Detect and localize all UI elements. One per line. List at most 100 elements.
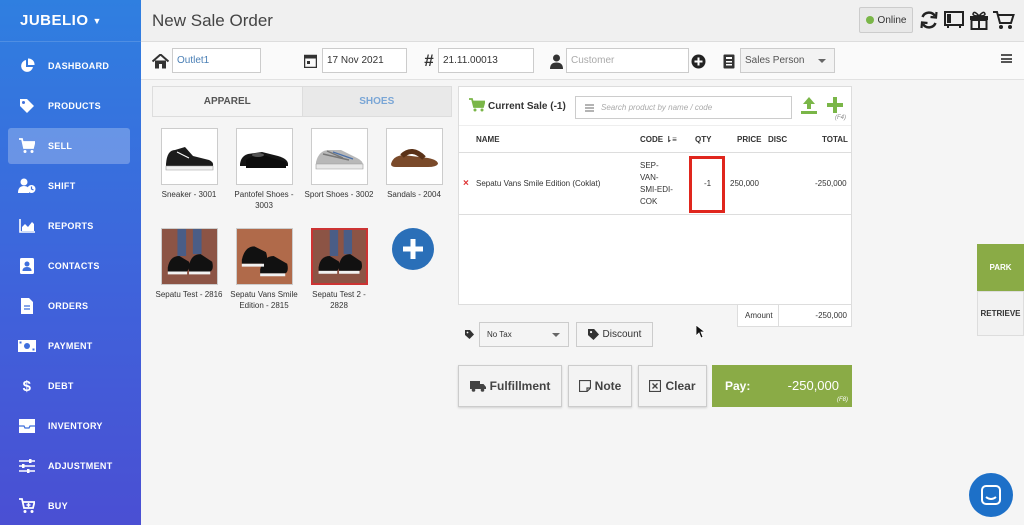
sidebar-item-orders[interactable]: ORDERS xyxy=(8,288,130,324)
top-bar: New Sale Order Online xyxy=(141,0,1024,42)
main-content: New Sale Order Online Outlet1 17 Nov 202… xyxy=(141,0,1024,525)
product-card[interactable]: Sport Shoes - 3002 xyxy=(303,128,375,200)
product-card[interactable]: Sepatu Test 2 - 2828 xyxy=(303,228,375,311)
sidebar-item-contacts[interactable]: CONTACTS xyxy=(8,248,130,284)
home-icon xyxy=(151,52,169,70)
add-customer-icon[interactable] xyxy=(689,52,707,70)
product-card[interactable]: Pantofel Shoes - 3003 xyxy=(228,128,300,211)
pay-button[interactable]: Pay: -250,000 (F8) xyxy=(712,365,852,407)
amount-label: Amount xyxy=(745,311,773,320)
product-name: Pantofel Shoes - 3003 xyxy=(234,190,294,210)
calendar-icon xyxy=(301,52,319,70)
park-button[interactable]: PARK xyxy=(977,244,1024,291)
discount-button[interactable]: Discount xyxy=(576,322,653,347)
column-total: TOTAL xyxy=(822,135,848,144)
sync-icon[interactable] xyxy=(918,9,940,31)
user-icon xyxy=(547,52,565,70)
sidebar-item-label: SHIFT xyxy=(48,181,76,191)
sidebar-item-payment[interactable]: PAYMENT xyxy=(8,328,130,364)
cart-header: Current Sale (-1) Search product by name… xyxy=(459,87,851,126)
online-status-button[interactable]: Online xyxy=(859,7,913,33)
product-card[interactable]: Sepatu Vans Smile Edition - 2815 xyxy=(228,228,300,311)
upload-icon[interactable] xyxy=(800,96,818,114)
tax-select[interactable]: No Tax xyxy=(479,322,569,347)
chevron-down-icon xyxy=(552,333,560,337)
sport-shoes-image xyxy=(310,128,368,185)
sidebar-item-reports[interactable]: REPORTS xyxy=(8,208,130,244)
chat-button[interactable] xyxy=(969,473,1013,517)
column-code-label: CODE xyxy=(640,135,664,144)
fulfillment-button[interactable]: Fulfillment xyxy=(458,365,562,407)
chat-icon xyxy=(980,484,1002,506)
sidebar-item-label: ORDERS xyxy=(48,301,89,311)
menu-icon[interactable] xyxy=(1001,54,1012,63)
item-name: Sepatu Vans Smile Edition (Coklat) xyxy=(476,179,601,188)
tag-icon xyxy=(587,329,599,340)
add-item-icon[interactable] xyxy=(826,96,844,114)
product-card[interactable]: Sandals - 2004 xyxy=(378,128,450,200)
tab-apparel[interactable]: APPAREL xyxy=(153,87,302,116)
user-clock-icon xyxy=(18,178,36,194)
badge-icon xyxy=(720,52,738,70)
tag-icon xyxy=(18,98,36,114)
cart-title: Current Sale (-1) xyxy=(488,101,566,112)
category-tabs: APPAREL SHOES xyxy=(152,86,452,117)
cart-icon xyxy=(469,98,486,112)
item-code-line: VAN- xyxy=(640,173,659,182)
add-product-button[interactable] xyxy=(392,228,434,270)
brand-menu[interactable]: JUBELIO ▼ xyxy=(0,0,141,42)
clear-label: Clear xyxy=(665,379,696,393)
column-code[interactable]: CODE ⇂≡ xyxy=(640,135,677,144)
product-name: Sport Shoes - 3002 xyxy=(304,190,374,199)
order-number-field[interactable]: 21.11.00013 xyxy=(438,48,534,73)
customer-field[interactable]: Customer xyxy=(566,48,689,73)
product-card[interactable]: Sneaker - 3001 xyxy=(153,128,225,200)
sidebar-item-label: PAYMENT xyxy=(48,341,93,351)
discount-label: Discount xyxy=(602,329,642,340)
amount-summary: Amount -250,000 xyxy=(737,305,852,327)
clear-button[interactable]: Clear xyxy=(638,365,707,407)
sidebar-item-shift[interactable]: SHIFT xyxy=(8,168,130,204)
cart-icon xyxy=(18,138,36,154)
cart-outline-icon[interactable] xyxy=(993,9,1015,31)
outlet-field[interactable]: Outlet1 xyxy=(172,48,261,73)
sidebar-item-products[interactable]: PRODUCTS xyxy=(8,88,130,124)
sliders-icon xyxy=(18,458,36,474)
sidebar: JUBELIO ▼ DASHBOARD PRODUCTS SELL SHIFT … xyxy=(0,0,141,525)
sidebar-item-sell[interactable]: SELL xyxy=(8,128,130,164)
table-row[interactable]: × Sepatu Vans Smile Edition (Coklat) SEP… xyxy=(459,153,851,215)
item-code-line: COK xyxy=(640,197,658,206)
retrieve-button[interactable]: RETRIEVE xyxy=(977,291,1024,336)
pay-shortcut: (F8) xyxy=(837,397,848,403)
sepatu-vans-image xyxy=(235,228,293,285)
sidebar-item-inventory[interactable]: INVENTORY xyxy=(8,408,130,444)
sneaker-image xyxy=(160,128,218,185)
sales-person-select[interactable]: Sales Person xyxy=(740,48,835,73)
close-square-icon xyxy=(649,380,662,392)
tab-shoes[interactable]: SHOES xyxy=(301,87,451,116)
sepatu-test-2-image xyxy=(310,228,368,285)
sidebar-item-dashboard[interactable]: DASHBOARD xyxy=(8,48,130,84)
sidebar-item-debt[interactable]: $ DEBT xyxy=(8,368,130,404)
cart-table-header: NAME CODE ⇂≡ QTY PRICE DISC TOTAL xyxy=(459,126,851,153)
sidebar-item-buy[interactable]: BUY xyxy=(8,488,130,524)
product-card[interactable]: Sepatu Test - 2816 xyxy=(153,228,225,300)
date-field[interactable]: 17 Nov 2021 xyxy=(322,48,407,73)
caret-down-icon: ▼ xyxy=(92,15,102,26)
tax-selected-value: No Tax xyxy=(487,330,512,339)
item-total: -250,000 xyxy=(815,179,847,188)
gift-icon[interactable] xyxy=(968,9,990,31)
list-icon xyxy=(585,104,594,112)
sidebar-item-adjustment[interactable]: ADJUSTMENT xyxy=(8,448,130,484)
display-icon[interactable] xyxy=(943,9,965,31)
mouse-cursor-icon xyxy=(695,324,707,339)
column-qty: QTY xyxy=(695,135,712,144)
note-icon xyxy=(578,380,591,392)
remove-item-icon[interactable]: × xyxy=(463,178,469,189)
amount-divider xyxy=(778,305,779,326)
add-item-shortcut: (F4) xyxy=(835,115,846,121)
pie-chart-icon xyxy=(18,58,36,74)
item-price: 250,000 xyxy=(730,179,759,188)
note-button[interactable]: Note xyxy=(568,365,632,407)
product-search-input[interactable]: Search product by name / code xyxy=(575,96,792,119)
